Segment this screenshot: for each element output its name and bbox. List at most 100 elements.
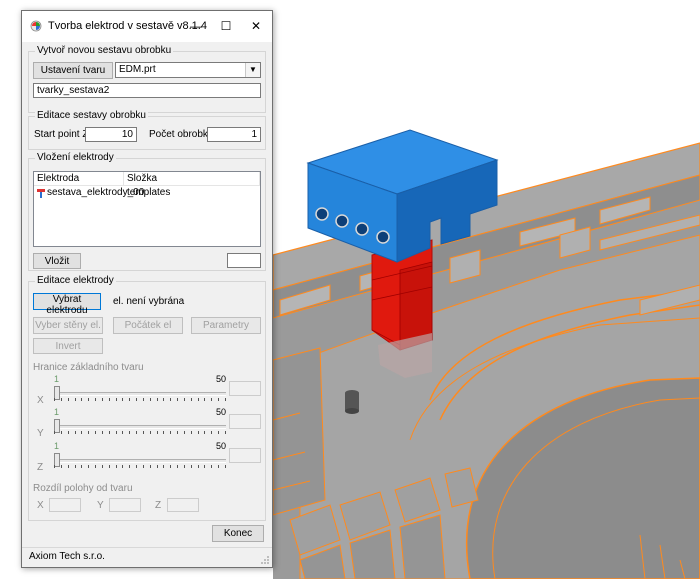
slider-tick [218, 465, 219, 468]
slider-tick [54, 431, 55, 434]
group-insert-electrode-label: Vložení elektrody [35, 152, 116, 163]
group-edit-assembly: Editace sestavy obrobku Start point Z 10… [28, 110, 266, 150]
group-create-assembly-label: Vytvoř novou sestavu obrobku [35, 45, 174, 56]
slider-tick [68, 431, 69, 434]
list-item[interactable]: sestava_elektrody_00 templates [34, 187, 260, 200]
slider-tick [191, 398, 192, 401]
slider-y-track[interactable] [54, 425, 226, 429]
slider-tick [68, 398, 69, 401]
slider-tick [109, 465, 110, 468]
slider-z[interactable]: 1 50 [54, 441, 226, 473]
insert-button[interactable]: Vložit [33, 253, 81, 269]
slider-x-axis-label: X [37, 395, 44, 406]
slider-tick [170, 465, 171, 468]
select-faces-button[interactable]: Vyber stěny el. [33, 317, 103, 334]
slider-tick [157, 431, 158, 434]
slider-tick [54, 465, 55, 468]
minimize-icon[interactable]: — [181, 11, 211, 42]
slider-y-axis-label: Y [37, 428, 44, 439]
slider-tick [122, 465, 123, 468]
slider-tick [116, 398, 117, 401]
part-combo-value: EDM.prt [119, 64, 156, 75]
select-electrode-button[interactable]: Vybrat elektrodu [33, 293, 101, 316]
slider-z-axis-label: Z [37, 462, 44, 473]
slider-tick [75, 431, 76, 434]
assembly-icon [37, 189, 45, 198]
slider-tick [225, 431, 226, 434]
company-label: Axiom Tech s.r.o. [29, 551, 105, 562]
slider-tick [81, 465, 82, 468]
invert-button[interactable]: Invert [33, 338, 103, 354]
assembly-name-input[interactable]: tvarky_sestava2 [33, 83, 261, 98]
origin-button[interactable]: Počátek el [113, 317, 183, 334]
slider-tick [163, 465, 164, 468]
column-header-electrode[interactable]: Elektroda [34, 172, 124, 186]
slider-tick [81, 398, 82, 401]
close-icon[interactable]: ✕ [241, 11, 271, 42]
slider-tick [163, 431, 164, 434]
slider-tick [204, 398, 205, 401]
slider-x[interactable]: 1 50 [54, 374, 226, 406]
list-item-folder: templates [127, 187, 171, 198]
slider-tick [75, 465, 76, 468]
slider-tick [184, 465, 185, 468]
slider-x-min: 1 [54, 374, 60, 384]
slider-x-track[interactable] [54, 392, 226, 396]
slider-tick [61, 431, 62, 434]
slider-tick [191, 465, 192, 468]
slider-tick [88, 398, 89, 401]
slider-tick [143, 398, 144, 401]
app-icon [30, 20, 42, 32]
slider-tick [136, 431, 137, 434]
column-header-folder[interactable]: Složka [124, 172, 260, 186]
slider-z-value-box[interactable] [229, 448, 261, 463]
group-create-assembly: Vytvoř novou sestavu obrobku Ustavení tv… [28, 45, 266, 113]
slider-tick [95, 398, 96, 401]
slider-tick [129, 398, 130, 401]
slider-tick [163, 398, 164, 401]
slider-tick [177, 465, 178, 468]
insert-count-input[interactable] [227, 253, 261, 268]
slider-tick [225, 398, 226, 401]
slider-tick [198, 465, 199, 468]
slider-tick [225, 465, 226, 468]
slider-z-track[interactable] [54, 459, 226, 463]
shape-setup-button[interactable]: Ustavení tvaru [33, 62, 113, 79]
slider-tick [95, 465, 96, 468]
start-point-input[interactable]: 10 [85, 127, 137, 142]
slider-y[interactable]: 1 50 [54, 407, 226, 439]
group-insert-electrode: Vložení elektrody Elektroda Složka sesta… [28, 152, 266, 271]
diff-z-input[interactable] [167, 498, 199, 512]
slider-tick [218, 431, 219, 434]
slider-tick [129, 431, 130, 434]
slider-x-value-box[interactable] [229, 381, 261, 396]
diff-x-input[interactable] [49, 498, 81, 512]
slider-y-value-box[interactable] [229, 414, 261, 429]
slider-tick [150, 465, 151, 468]
diff-y-label: Y [97, 500, 104, 511]
slider-tick [102, 398, 103, 401]
group-edit-electrode: Editace elektrody Vybrat elektrodu el. n… [28, 275, 266, 521]
part-combo[interactable]: EDM.prt ▼ [115, 62, 261, 78]
slider-tick [157, 398, 158, 401]
diff-y-input[interactable] [109, 498, 141, 512]
slider-tick [102, 431, 103, 434]
slider-tick [143, 465, 144, 468]
parameters-button[interactable]: Parametry [191, 317, 261, 334]
resize-grip-icon[interactable] [260, 555, 270, 565]
count-input[interactable]: 1 [207, 127, 261, 142]
slider-y-max: 50 [215, 407, 226, 417]
slider-tick [177, 431, 178, 434]
slider-tick [116, 465, 117, 468]
slider-tick [102, 465, 103, 468]
slider-tick [157, 465, 158, 468]
maximize-icon[interactable]: ☐ [211, 11, 241, 42]
slider-tick [143, 431, 144, 434]
electrode-list[interactable]: Elektroda Složka sestava_elektrody_00 te… [33, 171, 261, 247]
end-button[interactable]: Konec [212, 525, 264, 542]
title-bar[interactable]: Tvorba elektrod v sestavě v8.1.4 — ☐ ✕ [22, 11, 272, 42]
slider-tick [170, 398, 171, 401]
slider-tick [136, 465, 137, 468]
chevron-down-icon[interactable]: ▼ [245, 63, 260, 77]
group-edit-assembly-label: Editace sestavy obrobku [35, 110, 148, 121]
